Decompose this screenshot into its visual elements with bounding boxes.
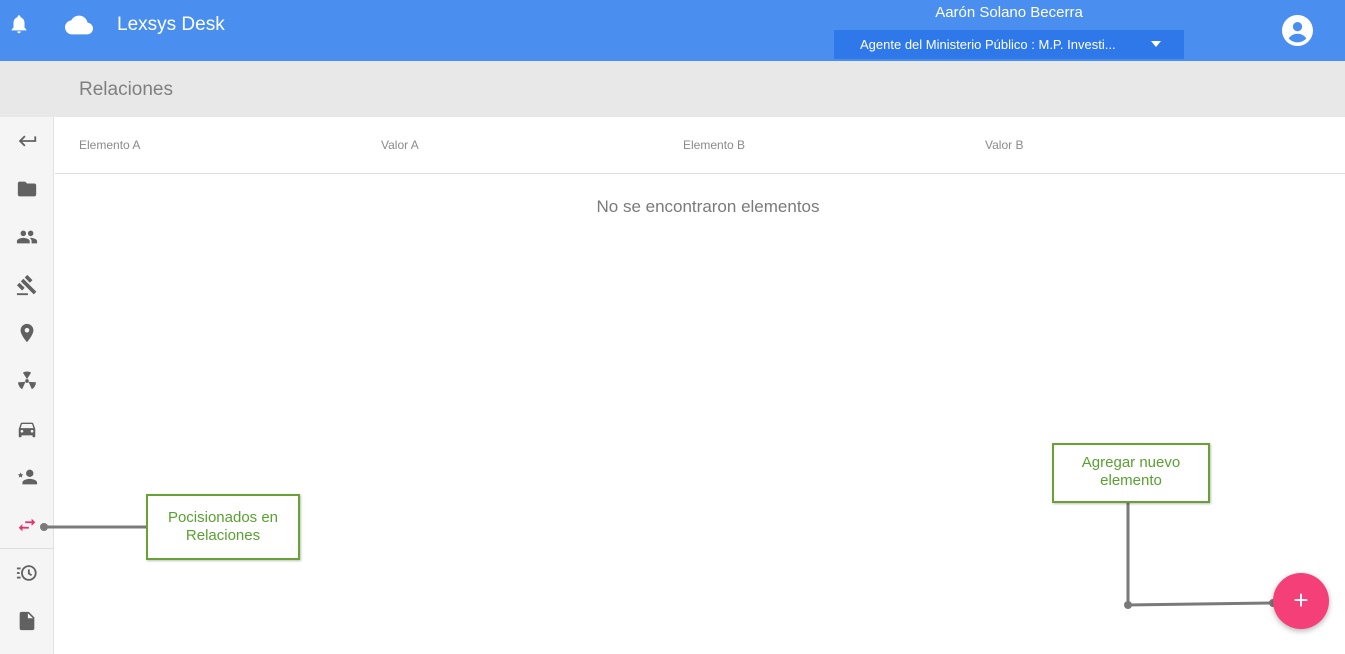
page-title: Relaciones [79, 79, 173, 100]
swap-arrows-icon [18, 518, 36, 532]
document-icon [19, 611, 35, 631]
column-header-elemento-a[interactable]: Elemento A [79, 138, 140, 152]
sidebar-item-gavel[interactable] [0, 261, 54, 309]
callout-right-text: Agregar nuevo elemento [1081, 454, 1181, 489]
callout-relaciones-position: Pocisionados en Relaciones [146, 494, 300, 560]
sidebar-item-relaciones[interactable] [0, 501, 54, 549]
chevron-down-icon [1151, 41, 1161, 47]
sidebar-item-starred-person[interactable] [0, 453, 54, 501]
page-header: Relaciones [0, 61, 1345, 117]
app-title: Lexsys Desk [117, 14, 225, 35]
history-icon [16, 565, 37, 581]
cloud-icon[interactable] [65, 14, 93, 36]
empty-state-message: No se encontraron elementos [596, 197, 820, 216]
gavel-icon [16, 274, 37, 296]
sidebar-item-people[interactable] [0, 213, 54, 261]
sidebar-item-history[interactable] [0, 549, 54, 597]
car-icon [18, 422, 36, 438]
top-app-bar: Lexsys Desk Aarón Solano Becerra Agente … [0, 0, 1345, 61]
radiation-icon [18, 371, 36, 390]
callout-left-text: Pocisionados en Relaciones [167, 509, 279, 544]
sidebar-item-location[interactable] [0, 309, 54, 357]
column-header-valor-a[interactable]: Valor A [381, 138, 419, 152]
sidebar [0, 117, 54, 654]
user-name: Aarón Solano Becerra [935, 4, 1083, 21]
sidebar-item-back[interactable] [0, 117, 54, 165]
column-header-elemento-b[interactable]: Elemento B [683, 138, 745, 152]
sidebar-item-folder[interactable] [0, 165, 54, 213]
people-icon [16, 230, 38, 244]
folder-icon [17, 181, 37, 197]
sidebar-item-radiation[interactable] [0, 357, 54, 405]
location-pin-icon [20, 323, 34, 343]
role-select-value: Agente del Ministerio Público : M.P. Inv… [860, 37, 1116, 52]
sidebar-item-car[interactable] [0, 405, 54, 453]
table-header: Elemento A Valor A Elemento B Valor B [55, 117, 1345, 174]
notifications-bell-icon[interactable] [8, 12, 30, 36]
sidebar-item-document[interactable] [0, 597, 54, 645]
account-circle-icon[interactable] [1282, 15, 1313, 46]
callout-add-element: Agregar nuevo elemento [1052, 443, 1210, 503]
role-select[interactable]: Agente del Ministerio Público : M.P. Inv… [834, 30, 1184, 59]
starred-person-icon [17, 469, 38, 485]
add-element-button[interactable]: + [1273, 573, 1329, 629]
column-header-valor-b[interactable]: Valor B [985, 138, 1023, 152]
back-arrow-icon [18, 135, 37, 147]
plus-icon: + [1293, 585, 1309, 615]
